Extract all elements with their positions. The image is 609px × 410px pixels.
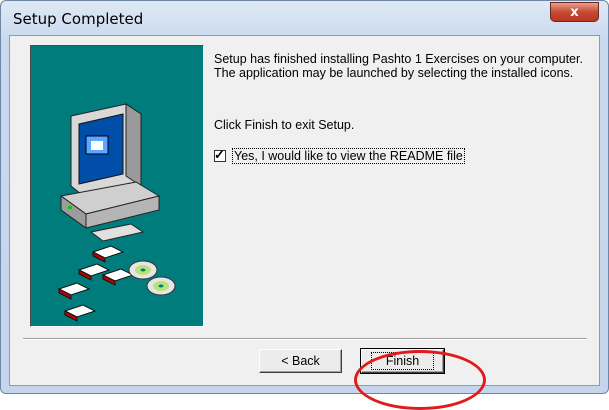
- checkmark-icon: ✓: [214, 147, 225, 162]
- close-button[interactable]: x: [550, 2, 599, 22]
- close-icon: x: [570, 4, 579, 20]
- completion-message: Setup has finished installing Pashto 1 E…: [214, 52, 583, 80]
- title-bar[interactable]: Setup Completed x: [1, 1, 608, 37]
- back-button[interactable]: < Back: [259, 349, 342, 373]
- readme-checkbox[interactable]: ✓: [214, 147, 226, 162]
- setup-window: Setup Completed x Setup has finished ins…: [0, 0, 609, 410]
- finish-instruction: Click Finish to exit Setup.: [214, 118, 355, 132]
- dialog-client-area: Setup has finished installing Pashto 1 E…: [9, 35, 600, 410]
- highlight-ring: [354, 350, 486, 410]
- computer-and-disks-icon: [57, 103, 176, 322]
- separator: [23, 338, 587, 340]
- setup-illustration: [30, 45, 204, 327]
- readme-checkbox-row[interactable]: ✓ Yes, I would like to view the README f…: [214, 147, 465, 164]
- readme-checkbox-label[interactable]: Yes, I would like to view the README fil…: [232, 148, 465, 164]
- window-title: Setup Completed: [13, 10, 144, 28]
